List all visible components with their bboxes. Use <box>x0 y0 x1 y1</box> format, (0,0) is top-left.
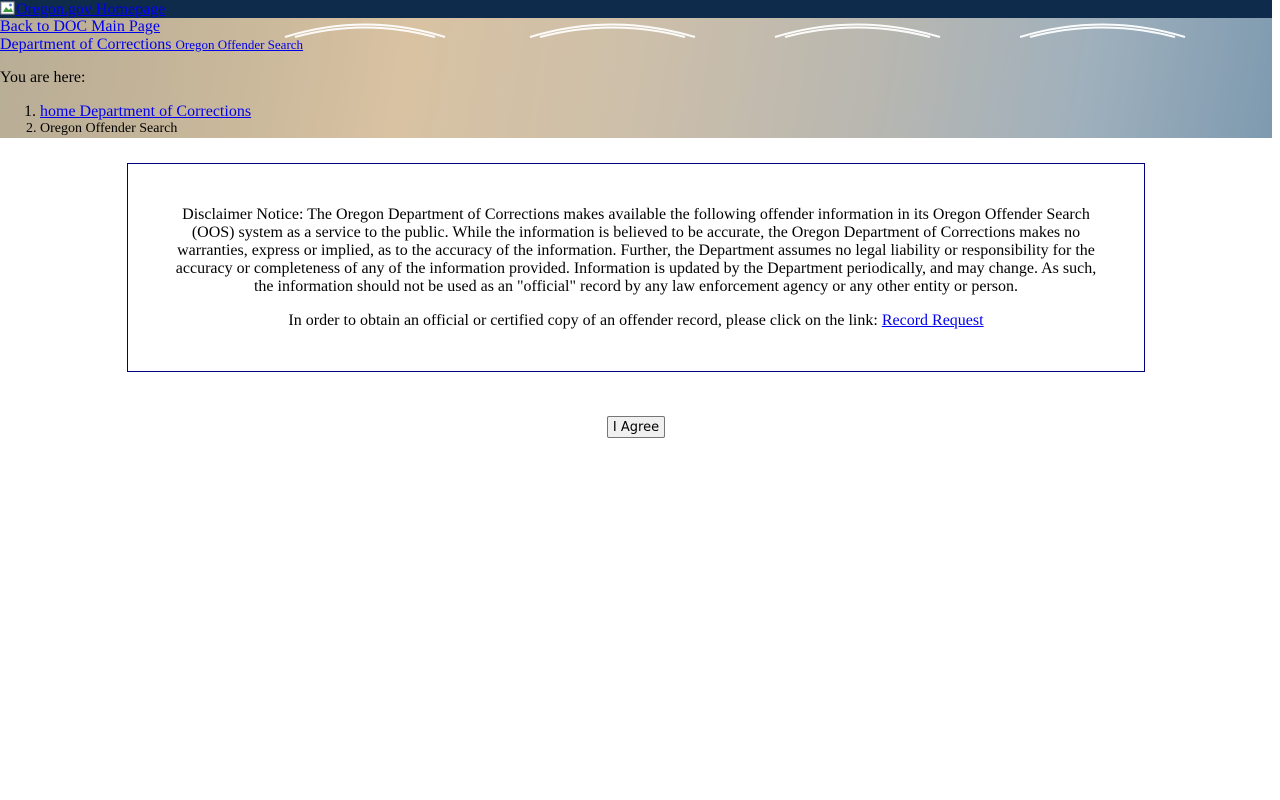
breadcrumb-item-current: Oregon Offender Search <box>40 121 251 137</box>
breadcrumb-home-link[interactable]: home Department of Corrections <box>40 103 251 120</box>
record-request-link[interactable]: Record Request <box>882 312 984 329</box>
record-request-text: In order to obtain an official or certif… <box>288 312 878 329</box>
oregon-gov-homepage-link[interactable]: Oregon.gov Homepage <box>0 0 165 19</box>
disclaimer-text: Disclaimer Notice: The Oregon Department… <box>175 206 1097 295</box>
back-to-doc-link[interactable]: Back to DOC Main Page <box>0 18 160 36</box>
top-bar <box>0 0 1272 18</box>
broken-image-icon <box>0 0 16 16</box>
homepage-link-label: Oregon.gov Homepage <box>16 1 166 18</box>
you-are-here-label: You are here: <box>0 69 86 86</box>
breadcrumb: home Department of Corrections Oregon Of… <box>0 103 251 137</box>
header-arches-decoration <box>284 23 1186 38</box>
site-title: Department of Corrections <box>0 36 172 53</box>
i-agree-button[interactable]: I Agree <box>607 416 665 438</box>
site-subtitle: Oregon Offender Search <box>175 37 304 52</box>
site-title-link[interactable]: Department of Corrections Oregon Offende… <box>0 36 303 54</box>
breadcrumb-item-home: home Department of Corrections <box>40 103 251 121</box>
disclaimer-box: Disclaimer Notice: The Oregon Department… <box>127 163 1145 372</box>
record-request-paragraph: In order to obtain an official or certif… <box>128 312 1144 330</box>
